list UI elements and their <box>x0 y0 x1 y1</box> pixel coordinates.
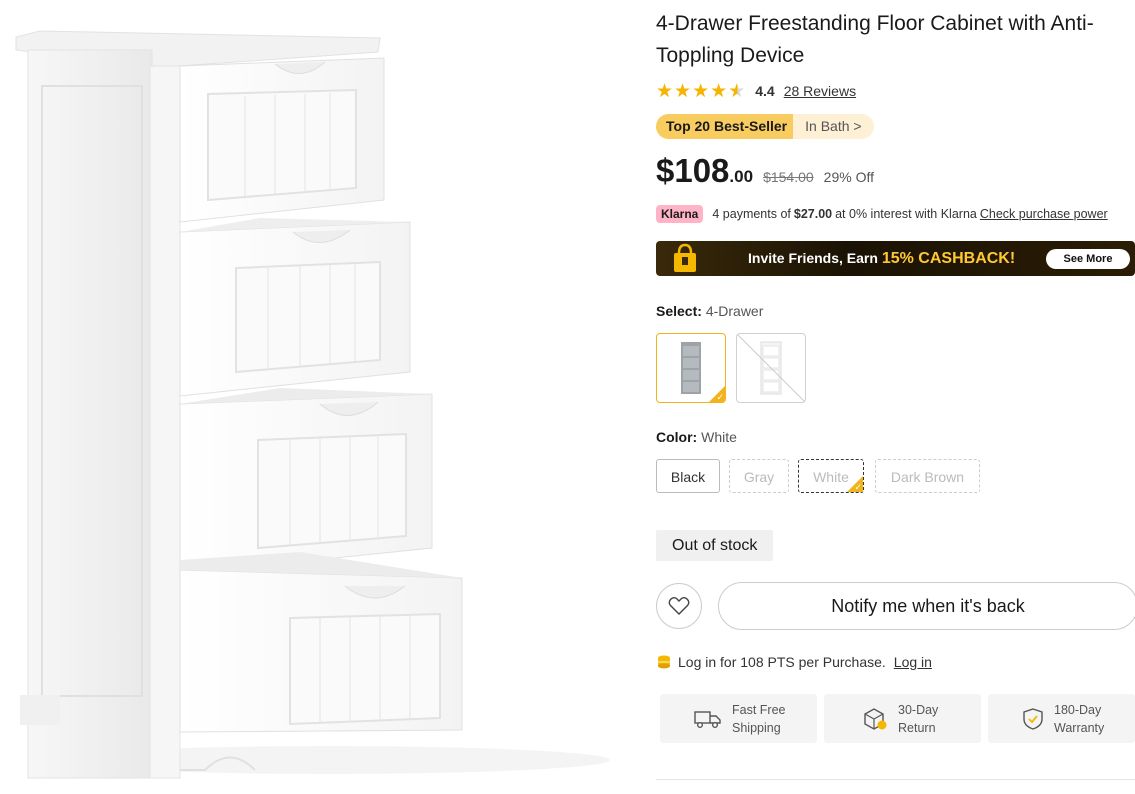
see-more-button[interactable]: See More <box>1046 249 1130 269</box>
banner-text: Invite Friends, Earn 15% CASHBACK! <box>748 241 1015 276</box>
star-icon: ★ <box>674 80 692 102</box>
star-half-icon: ★ <box>728 80 746 102</box>
variant-thumbnail <box>737 334 805 402</box>
check-icon: ✓ <box>854 482 862 492</box>
feature-line2: Return <box>898 720 936 735</box>
product-info-panel: 4-Drawer Freestanding Floor Cabinet with… <box>656 0 1135 789</box>
reviews-link[interactable]: 28 Reviews <box>784 83 856 99</box>
referral-banner[interactable]: Invite Friends, Earn 15% CASHBACK! See M… <box>656 241 1135 276</box>
gift-bag-icon <box>674 243 696 272</box>
coins-icon <box>658 655 670 669</box>
klarna-purchase-power-link[interactable]: Check purchase power <box>980 207 1108 221</box>
klarna-text-before: 4 payments of <box>712 207 791 221</box>
section-divider <box>656 779 1135 780</box>
feature-text: 30-Day Return <box>898 701 938 737</box>
banner-lead: Invite Friends, Earn <box>748 250 878 266</box>
notify-me-button[interactable]: Notify me when it's back <box>718 582 1135 630</box>
discount-label: 29% Off <box>823 169 874 185</box>
original-price: $154.00 <box>763 169 814 185</box>
feature-180-day-warranty: 180-Day Warranty <box>988 694 1135 743</box>
best-seller-tag: Top 20 Best-Seller <box>656 114 794 139</box>
color-chip-gray[interactable]: Gray <box>729 459 789 493</box>
color-label-value: White <box>701 429 737 445</box>
select-label: Select: 4-Drawer <box>656 303 763 319</box>
star-icon: ★ <box>656 80 674 102</box>
best-seller-category[interactable]: In Bath > <box>793 114 874 139</box>
color-label: Color: White <box>656 429 737 445</box>
color-chip-dark-brown[interactable]: Dark Brown <box>875 459 980 493</box>
feature-line2: Shipping <box>732 720 781 735</box>
feature-30-day-return: 30-Day Return <box>824 694 981 743</box>
price-row: $108 .00 $154.00 29% Off <box>656 152 874 196</box>
color-chip-black[interactable]: Black <box>656 459 720 493</box>
truck-icon <box>694 710 721 728</box>
points-text: Log in for 108 PTS per Purchase. <box>678 654 886 670</box>
rating-row: ★ ★ ★ ★ ★ 4.4 28 Reviews <box>656 80 856 102</box>
klarna-logo: Klarna <box>656 205 704 223</box>
login-link[interactable]: Log in <box>894 654 932 670</box>
wishlist-button[interactable] <box>656 583 702 629</box>
star-icon: ★ <box>710 80 728 102</box>
feature-free-shipping: Fast Free Shipping <box>660 694 817 743</box>
feature-text: Fast Free Shipping <box>732 701 786 737</box>
select-label-key: Select: <box>656 303 702 319</box>
check-icon: ✓ <box>716 392 724 402</box>
color-chip-white[interactable]: White ✓ <box>798 459 864 493</box>
product-title: 4-Drawer Freestanding Floor Cabinet with… <box>656 12 1094 67</box>
rating-value: 4.4 <box>755 83 775 99</box>
best-seller-badge[interactable]: Top 20 Best-Seller In Bath > <box>656 114 874 139</box>
points-row: Log in for 108 PTS per Purchase. Log in <box>656 651 932 673</box>
color-label-key: Color: <box>656 429 698 445</box>
banner-highlight: 15% CASHBACK! <box>881 250 1016 267</box>
color-chip-white-label: White <box>813 469 849 485</box>
klarna-row: Klarna 4 payments of $27.00 at 0% intere… <box>656 204 1108 224</box>
product-image[interactable] <box>0 0 640 789</box>
klarna-text-after: at 0% interest with Klarna <box>835 207 977 221</box>
variant-option-white[interactable] <box>736 333 806 403</box>
current-price-cents: .00 <box>729 167 754 186</box>
rating-stars[interactable]: ★ ★ ★ ★ ★ <box>656 82 745 101</box>
feature-line1: 180-Day <box>1054 702 1102 717</box>
current-price: $108 <box>656 152 730 189</box>
star-icon: ★ <box>692 80 710 102</box>
variant-option-gray[interactable]: ✓ <box>656 333 726 403</box>
feature-text: 180-Day Warranty <box>1054 701 1104 737</box>
klarna-amount: $27.00 <box>793 207 833 221</box>
stock-status: Out of stock <box>656 530 774 561</box>
shield-check-icon <box>1023 707 1043 730</box>
select-label-value: 4-Drawer <box>705 303 764 319</box>
cabinet-illustration <box>15 30 610 779</box>
feature-line1: 30-Day <box>898 702 939 717</box>
feature-line2: Warranty <box>1054 720 1105 735</box>
feature-line1: Fast Free <box>732 702 786 717</box>
heart-icon <box>668 597 690 615</box>
return-box-icon <box>864 707 887 730</box>
